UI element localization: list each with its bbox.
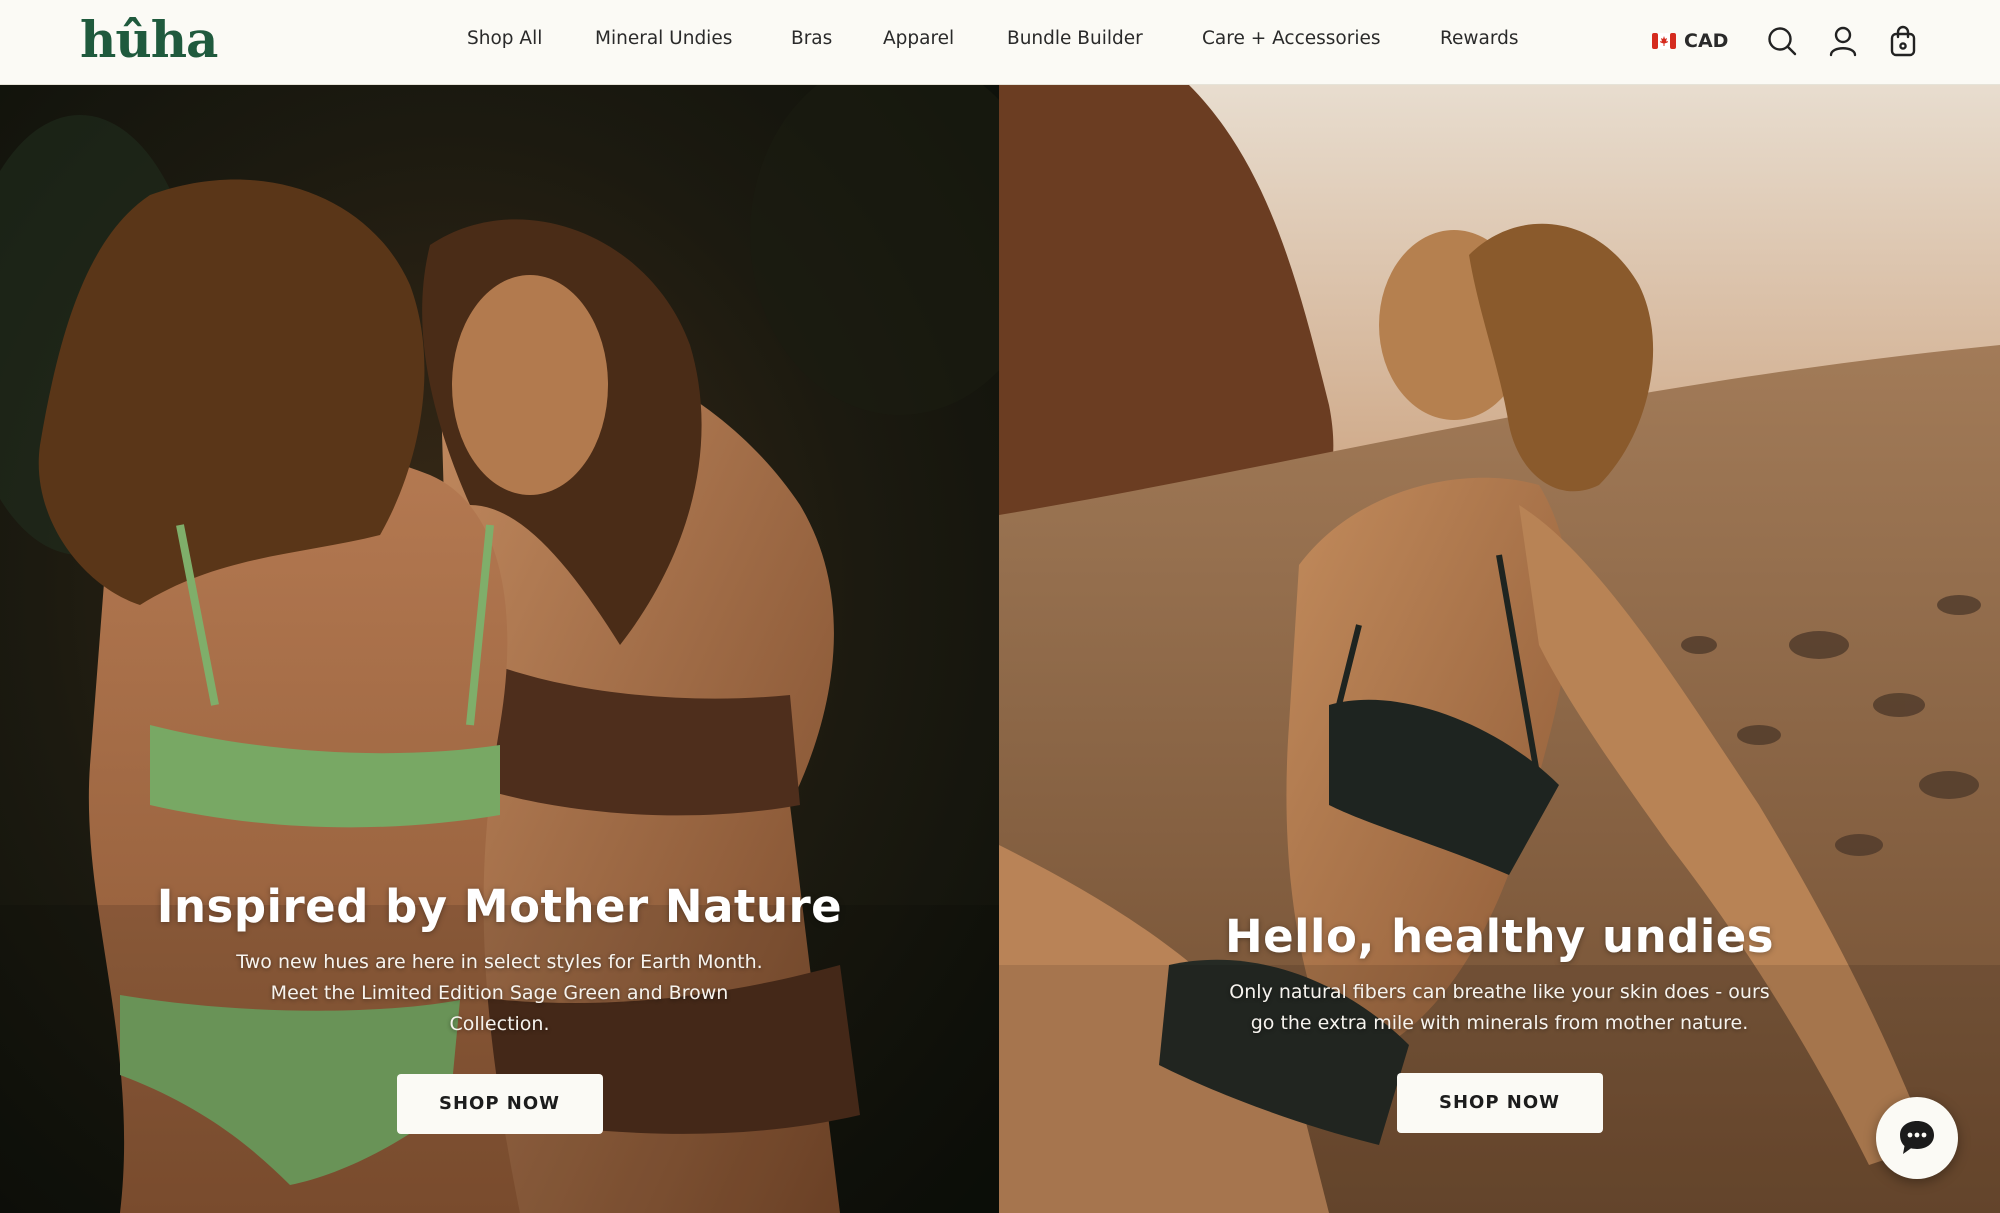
hero-panel-right: Hello, healthy undies Only natural fiber… (999, 85, 2000, 1213)
chat-launcher-button[interactable] (1876, 1097, 1958, 1179)
hero-left-shop-now-button[interactable]: SHOP NOW (396, 1074, 603, 1134)
hero-right-description: Only natural fibers can breathe like you… (1229, 981, 1770, 1034)
nav-shop-all[interactable]: Shop All (467, 28, 542, 49)
site-header: hûha Shop All Mineral Undies Bras Appare… (0, 0, 2000, 85)
hero-left-title: Inspired by Mother Nature (156, 880, 843, 933)
nav-care-accessories[interactable]: Care + Accessories (1202, 28, 1381, 49)
nav-bras[interactable]: Bras (791, 28, 832, 49)
chat-bubble-icon (1900, 1121, 1934, 1154)
hero-right-title: Hello, healthy undies (1224, 910, 1775, 963)
hero-right-shop-now-button[interactable]: SHOP NOW (1396, 1073, 1603, 1133)
hero-left-description: Two new hues are here in select styles f… (236, 951, 763, 1035)
nav-rewards[interactable]: Rewards (1440, 28, 1519, 49)
hero-left-content: Inspired by Mother Nature Two new hues a… (0, 880, 999, 1134)
currency-label: CAD (1684, 30, 1729, 52)
hero-right-content: Hello, healthy undies Only natural fiber… (999, 910, 2000, 1133)
hero-panel-left: Inspired by Mother Nature Two new hues a… (0, 85, 999, 1213)
canada-flag-icon (1652, 33, 1676, 49)
currency-selector[interactable]: CAD (1652, 26, 1728, 56)
nav-apparel[interactable]: Apparel (883, 28, 954, 49)
account-icon[interactable] (1826, 24, 1860, 58)
nav-mineral-undies[interactable]: Mineral Undies (595, 28, 732, 49)
shopping-bag-icon[interactable] (1886, 24, 1920, 58)
nav-bundle-builder[interactable]: Bundle Builder (1007, 28, 1143, 49)
search-icon[interactable] (1765, 24, 1799, 58)
